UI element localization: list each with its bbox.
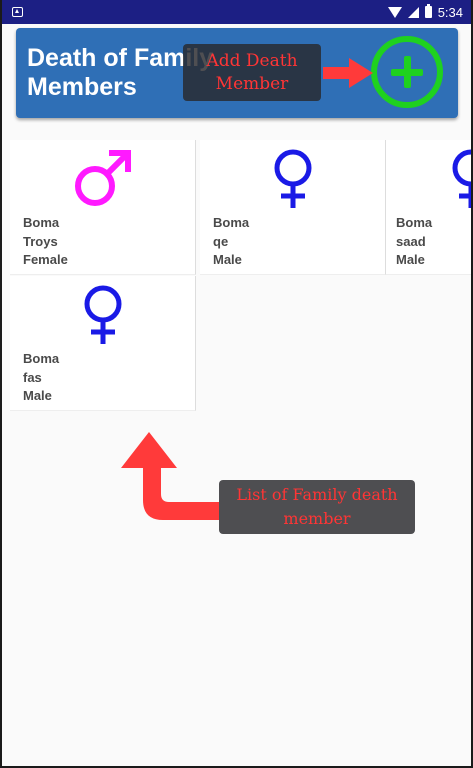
wifi-icon <box>387 6 402 18</box>
arrow-right-icon <box>323 58 373 88</box>
member-relation: saad <box>396 233 426 249</box>
signal-icon <box>407 6 419 18</box>
status-icons: 5:34 <box>387 4 463 20</box>
member-name: Boma <box>213 215 250 230</box>
member-card[interactable]: Boma saad Male <box>386 140 471 275</box>
female-symbol-icon <box>200 148 385 215</box>
member-relation: fas <box>23 369 42 385</box>
battery-icon <box>424 4 432 18</box>
member-card[interactable]: Boma fas Male <box>10 276 196 411</box>
member-card[interactable]: Boma Troys Female <box>10 140 196 275</box>
arrow-up-icon <box>121 432 219 520</box>
member-relation: qe <box>213 233 229 249</box>
male-symbol-icon <box>10 148 195 213</box>
member-name: Boma <box>396 215 433 230</box>
member-gender: Male <box>396 252 425 267</box>
app-screen: 5:34 Death of Family Members Add Death M… <box>0 0 473 768</box>
member-name: Boma <box>23 351 60 366</box>
member-card[interactable]: Boma qe Male <box>200 140 386 275</box>
member-gender: Male <box>213 252 242 267</box>
add-member-button[interactable] <box>371 36 443 108</box>
female-symbol-icon <box>10 284 195 351</box>
member-relation: Troys <box>23 233 58 249</box>
member-gender: Male <box>23 388 52 403</box>
add-member-callout: Add Death Member <box>183 44 321 101</box>
notification-icon <box>12 7 23 17</box>
member-list-callout: List of Family death member <box>219 480 415 534</box>
female-symbol-icon <box>446 148 471 215</box>
member-name: Boma <box>23 215 60 230</box>
member-gender: Female <box>23 252 68 267</box>
status-time: 5:34 <box>437 4 463 20</box>
status-bar: 5:34 <box>2 0 471 24</box>
